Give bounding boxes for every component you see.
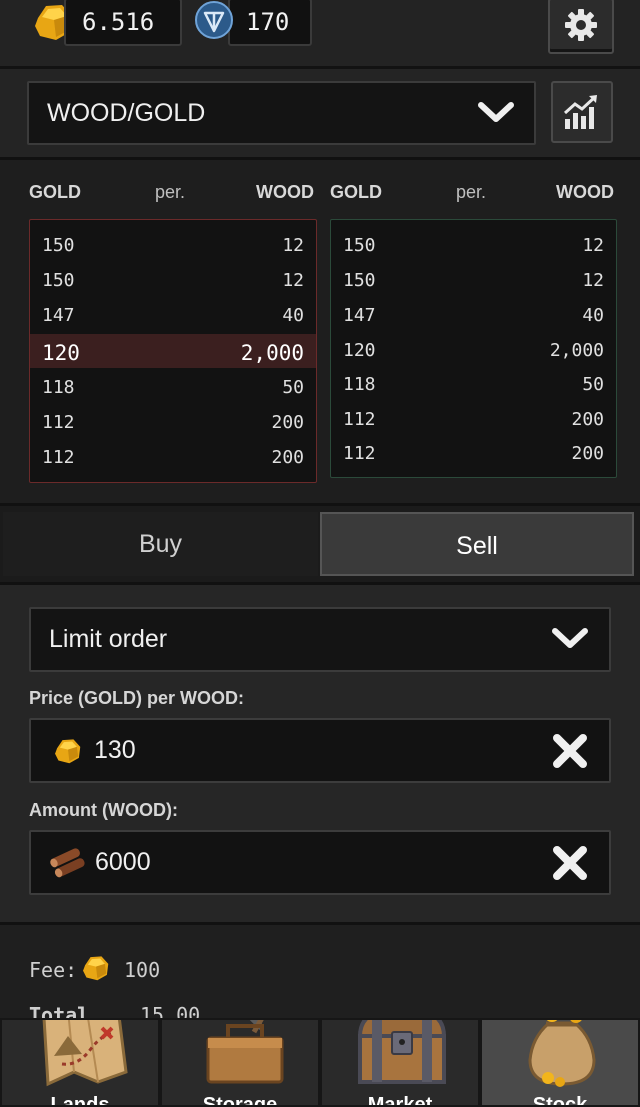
- amount-value: 6000: [95, 848, 151, 876]
- bottom-nav: Lands Storage Market Stock: [0, 1018, 640, 1107]
- tab-sell[interactable]: Sell: [320, 512, 634, 576]
- order-price: 147: [343, 305, 376, 326]
- tab-buy[interactable]: Buy: [3, 512, 318, 576]
- order-amount: 40: [582, 305, 604, 326]
- fee-label: Fee:: [29, 958, 78, 982]
- amount-input[interactable]: 6000: [29, 830, 611, 895]
- treasure-map-icon: [42, 1020, 128, 1087]
- order-price: 150: [343, 270, 376, 291]
- treasure-chest-icon: [357, 1020, 447, 1084]
- order-row[interactable]: 150 12: [331, 263, 616, 297]
- order-amount: 12: [582, 235, 604, 256]
- trade-tabs: Buy Sell: [0, 506, 640, 585]
- toolbox-icon: [206, 1020, 284, 1084]
- order-price: 112: [42, 447, 75, 468]
- order-price: 112: [343, 443, 376, 464]
- ton-balance-value: 170: [246, 8, 290, 36]
- nav-label-stock: Stock: [532, 1094, 588, 1107]
- nav-item-lands[interactable]: Lands: [0, 1018, 160, 1107]
- nav-item-stock[interactable]: Stock: [480, 1018, 640, 1107]
- order-form: Limit order Price (GOLD) per WOOD: 130 A…: [0, 585, 640, 925]
- price-value: 130: [94, 736, 136, 764]
- order-price: 150: [42, 235, 75, 256]
- order-row[interactable]: 112 200: [30, 440, 316, 474]
- right-header-price: GOLD: [330, 182, 382, 202]
- order-price: 150: [42, 270, 75, 291]
- order-amount: 200: [271, 447, 304, 468]
- gold-balance: 6.516: [64, 0, 182, 46]
- chart-icon: [563, 95, 597, 129]
- order-amount: 50: [282, 377, 304, 398]
- nav-item-market[interactable]: Market: [320, 1018, 480, 1107]
- right-header-per: per.: [456, 182, 487, 202]
- order-row[interactable]: 150 12: [30, 263, 316, 297]
- order-price: 147: [42, 305, 75, 326]
- ton-balance: 170: [228, 0, 312, 46]
- order-price: 120: [343, 340, 376, 361]
- order-row[interactable]: 118 50: [30, 370, 316, 404]
- order-amount: 200: [571, 443, 604, 464]
- order-row[interactable]: 147 40: [331, 298, 616, 332]
- gold-balance-value: 6.516: [82, 8, 155, 36]
- ton-coin-icon: [195, 1, 233, 39]
- clear-price-button[interactable]: [551, 732, 589, 770]
- order-amount: 2,000: [240, 341, 304, 365]
- bid-book: 150 12 150 12 147 40 120 2,000 118 50 112 200 …: [29, 219, 317, 483]
- order-amount: 50: [582, 374, 604, 395]
- chevron-down-icon: [552, 628, 588, 648]
- gear-icon: [565, 9, 597, 41]
- order-price: 120: [42, 341, 80, 365]
- order-row[interactable]: 112 200: [331, 436, 616, 470]
- order-price: 118: [343, 374, 376, 395]
- right-header-amount: WOOD: [556, 182, 614, 202]
- clear-amount-button[interactable]: [551, 844, 589, 882]
- gold-nugget-icon: [55, 739, 81, 764]
- wood-logs-icon: [50, 848, 85, 878]
- order-amount: 12: [282, 235, 304, 256]
- nav-label-storage: Storage: [202, 1094, 278, 1107]
- order-row[interactable]: 147 40: [30, 298, 316, 332]
- fee-value: 100: [124, 958, 161, 982]
- order-row-highlighted[interactable]: 120 2,000: [30, 334, 316, 368]
- left-header-per: per.: [155, 182, 186, 202]
- price-input[interactable]: 130: [29, 718, 611, 783]
- order-row[interactable]: 150 12: [331, 228, 616, 262]
- order-book-section: GOLD per. WOOD GOLD per. WOOD 150 12 150 1…: [0, 160, 640, 506]
- order-price: 112: [343, 409, 376, 430]
- order-price: 118: [42, 377, 75, 398]
- gold-nugget-icon: [83, 956, 109, 981]
- order-amount: 12: [582, 270, 604, 291]
- amount-label: Amount (WOOD):: [29, 800, 178, 820]
- pair-select[interactable]: WOOD/GOLD: [27, 81, 536, 145]
- order-amount: 200: [571, 409, 604, 430]
- left-header-price: GOLD: [29, 182, 81, 202]
- order-row[interactable]: 118 50: [331, 367, 616, 401]
- settings-button[interactable]: [548, 0, 614, 54]
- order-type-value: Limit order: [49, 625, 168, 653]
- pair-select-value: WOOD/GOLD: [47, 99, 206, 127]
- order-row[interactable]: 150 12: [30, 228, 316, 262]
- chevron-down-icon: [478, 102, 514, 122]
- ask-book: 150 12 150 12 147 40 120 2,000 118 50 112 200 …: [330, 219, 617, 478]
- order-row[interactable]: 112 200: [30, 405, 316, 439]
- pair-section: WOOD/GOLD: [0, 69, 640, 160]
- order-amount: 40: [282, 305, 304, 326]
- order-row[interactable]: 120 2,000: [331, 333, 616, 367]
- left-header-amount: WOOD: [256, 182, 314, 202]
- order-price: 112: [42, 412, 75, 433]
- top-bar: 6.516 170: [0, 0, 640, 69]
- nav-label-market: Market: [367, 1094, 433, 1107]
- order-price: 150: [343, 235, 376, 256]
- order-type-select[interactable]: Limit order: [29, 607, 611, 672]
- order-amount: 12: [282, 270, 304, 291]
- gold-sack-icon: [528, 1020, 596, 1087]
- order-row[interactable]: 112 200: [331, 402, 616, 436]
- nav-item-storage[interactable]: Storage: [160, 1018, 320, 1107]
- order-amount: 200: [271, 412, 304, 433]
- chart-button[interactable]: [551, 81, 613, 143]
- nav-label-lands: Lands: [50, 1094, 110, 1107]
- order-amount: 2,000: [549, 340, 604, 361]
- price-label: Price (GOLD) per WOOD:: [29, 688, 245, 708]
